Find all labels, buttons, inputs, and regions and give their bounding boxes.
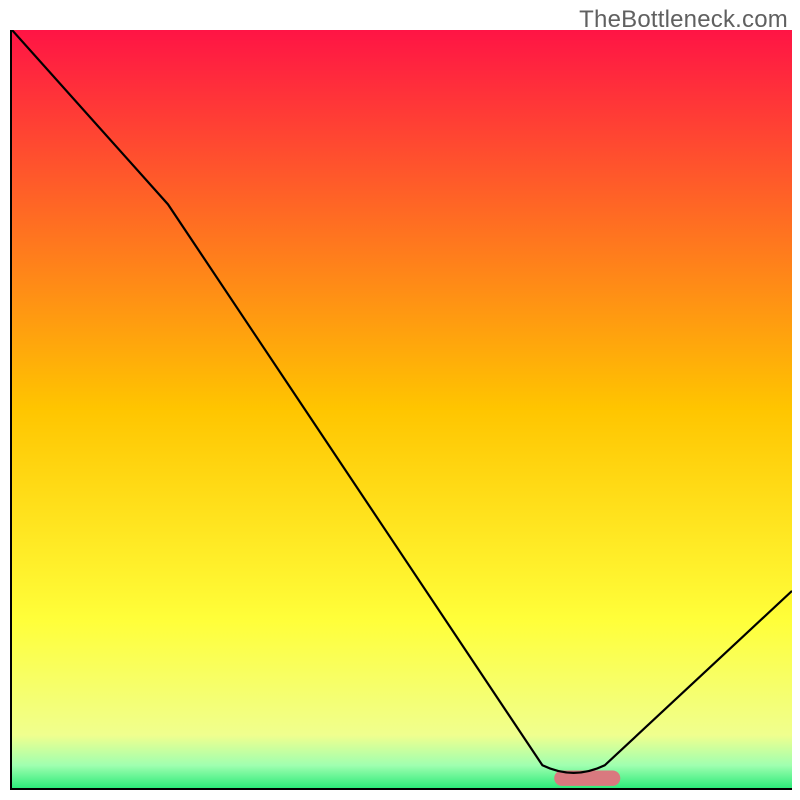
chart-area (10, 30, 792, 790)
chart-background (12, 30, 792, 788)
chart-svg (12, 30, 792, 788)
